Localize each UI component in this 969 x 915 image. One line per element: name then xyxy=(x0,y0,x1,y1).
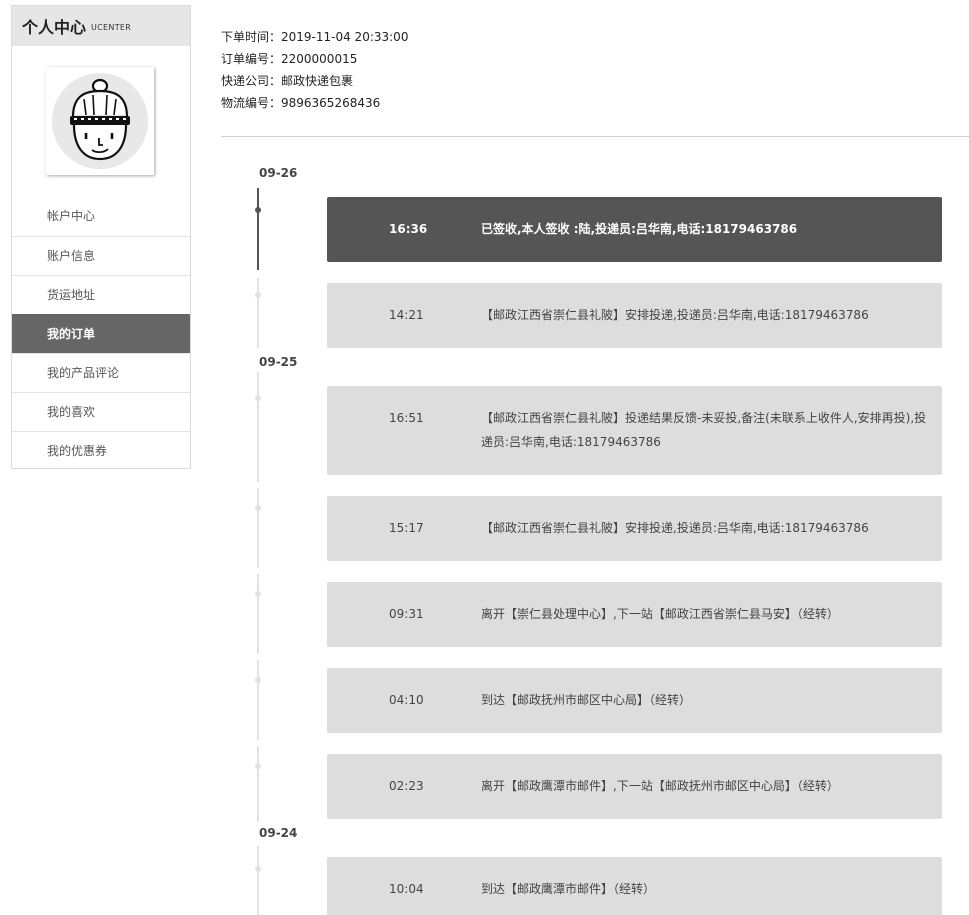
tracking-event: 14:21 【邮政江西省崇仁县礼陂】安排投递,投递员:吕华南,电话:181794… xyxy=(327,283,942,348)
event-text: 【邮政江西省崇仁县礼陂】安排投递,投递员:吕华南,电话:18179463786 xyxy=(481,308,869,322)
event-time: 04:10 xyxy=(389,693,424,707)
event-text: 已签收,本人签收 :陆,投递员:吕华南,电话:18179463786 xyxy=(481,222,798,236)
event-time: 14:21 xyxy=(389,308,424,322)
date-label: 09-25 xyxy=(259,355,298,369)
event-time: 16:51 xyxy=(389,411,424,425)
date-label: 09-26 xyxy=(259,166,298,180)
timeline-line xyxy=(257,746,259,822)
event-time: 02:23 xyxy=(389,779,424,793)
timeline-dot xyxy=(255,677,261,683)
timeline-dot xyxy=(255,505,261,511)
timeline-line xyxy=(257,574,259,654)
timeline-dot xyxy=(255,292,261,298)
tracking-event: 10:04 到达【邮政鹰潭市邮件】（经转） xyxy=(327,857,942,915)
timeline-dot xyxy=(255,763,261,769)
timeline-line xyxy=(257,846,259,915)
event-text: 离开【邮政鹰潭市邮件】,下一站【邮政抚州市邮区中心局】（经转） xyxy=(481,779,839,793)
event-text: 到达【邮政抚州市邮区中心局】（经转） xyxy=(481,693,692,707)
tracking-event: 02:23 离开【邮政鹰潭市邮件】,下一站【邮政抚州市邮区中心局】（经转） xyxy=(327,754,942,819)
tracking-event: 16:51 【邮政江西省崇仁县礼陂】投递结果反馈-未妥投,备注(未联系上收件人,… xyxy=(327,386,942,475)
tracking-event: 09:31 离开【崇仁县处理中心】,下一站【邮政江西省崇仁县马安】（经转） xyxy=(327,582,942,647)
tracking-event: 16:36 已签收,本人签收 :陆,投递员:吕华南,电话:18179463786 xyxy=(327,197,942,262)
timeline-dot xyxy=(255,591,261,597)
tracking-event: 15:17 【邮政江西省崇仁县礼陂】安排投递,投递员:吕华南,电话:181794… xyxy=(327,496,942,561)
timeline-line xyxy=(257,488,259,568)
date-label: 09-24 xyxy=(259,826,298,840)
tracking-event: 04:10 到达【邮政抚州市邮区中心局】（经转） xyxy=(327,668,942,733)
event-time: 09:31 xyxy=(389,607,424,621)
event-time: 10:04 xyxy=(389,882,424,896)
timeline-line xyxy=(257,372,259,482)
tracking-timeline: 09-26 09-25 09-24 16:36 已签收,本人签收 :陆,投递员:… xyxy=(0,0,969,915)
event-text: 【邮政江西省崇仁县礼陂】投递结果反馈-未妥投,备注(未联系上收件人,安排再投),… xyxy=(481,411,927,449)
event-text: 【邮政江西省崇仁县礼陂】安排投递,投递员:吕华南,电话:18179463786 xyxy=(481,521,869,535)
timeline-dot xyxy=(255,207,261,213)
timeline-line xyxy=(257,660,259,740)
timeline-line xyxy=(257,188,259,270)
event-text: 到达【邮政鹰潭市邮件】（经转） xyxy=(481,882,656,896)
timeline-line xyxy=(257,278,259,348)
event-time: 15:17 xyxy=(389,521,424,535)
event-text: 离开【崇仁县处理中心】,下一站【邮政江西省崇仁县马安】（经转） xyxy=(481,607,839,621)
event-time: 16:36 xyxy=(389,222,428,236)
timeline-dot xyxy=(255,866,261,872)
timeline-dot xyxy=(255,395,261,401)
